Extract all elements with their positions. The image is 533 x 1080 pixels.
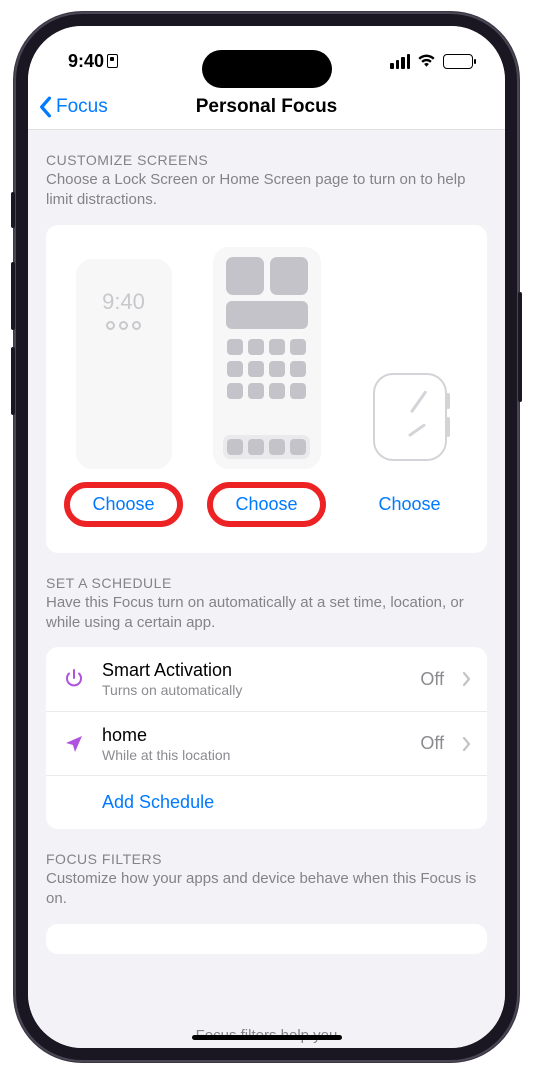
customize-header: CUSTOMIZE SCREENS Choose a Lock Screen o… bbox=[28, 130, 505, 217]
location-icon bbox=[60, 733, 88, 755]
power-icon bbox=[60, 667, 88, 691]
watch-thumbnail[interactable] bbox=[365, 365, 455, 469]
home-screen-thumbnail[interactable] bbox=[213, 247, 321, 469]
row-value: Off bbox=[420, 669, 444, 690]
filters-title: FOCUS FILTERS bbox=[46, 851, 487, 867]
smart-activation-row[interactable]: Smart Activation Turns on automatically … bbox=[46, 647, 487, 711]
filters-card bbox=[46, 924, 487, 954]
back-label: Focus bbox=[56, 96, 108, 118]
nav-bar: Focus Personal Focus bbox=[28, 84, 505, 130]
chevron-right-icon bbox=[462, 671, 471, 687]
row-value: Off bbox=[420, 733, 444, 754]
row-sub: While at this location bbox=[102, 747, 406, 763]
back-button[interactable]: Focus bbox=[38, 96, 108, 118]
home-screen-option: Choose bbox=[199, 247, 334, 531]
lock-screen-thumbnail[interactable]: 9:40 bbox=[76, 259, 172, 469]
filters-header: FOCUS FILTERS Customize how your apps an… bbox=[28, 829, 505, 916]
customize-card: 9:40 Choose bbox=[46, 225, 487, 553]
customize-title: CUSTOMIZE SCREENS bbox=[46, 152, 487, 168]
home-indicator[interactable] bbox=[192, 1035, 342, 1040]
status-time: 9:40 bbox=[68, 51, 104, 72]
scroll-content[interactable]: CUSTOMIZE SCREENS Choose a Lock Screen o… bbox=[28, 130, 505, 1048]
battery-icon: 95 bbox=[443, 54, 473, 69]
wifi-icon bbox=[417, 54, 436, 68]
choose-lock-button[interactable]: Choose bbox=[78, 490, 168, 519]
schedule-title: SET A SCHEDULE bbox=[46, 575, 487, 591]
home-location-row[interactable]: home While at this location Off bbox=[46, 711, 487, 775]
choose-watch-button[interactable]: Choose bbox=[364, 490, 454, 519]
highlight-home-choose: Choose bbox=[207, 482, 325, 527]
row-sub: Turns on automatically bbox=[102, 682, 406, 698]
cellular-icon bbox=[390, 54, 410, 69]
lock-preview-time: 9:40 bbox=[102, 289, 145, 315]
schedule-subtitle: Have this Focus turn on automatically at… bbox=[46, 593, 487, 634]
dynamic-island bbox=[202, 50, 332, 88]
customize-subtitle: Choose a Lock Screen or Home Screen page… bbox=[46, 170, 487, 211]
highlight-lock-choose: Choose bbox=[64, 482, 182, 527]
choose-home-button[interactable]: Choose bbox=[221, 490, 311, 519]
schedule-header: SET A SCHEDULE Have this Focus turn on a… bbox=[28, 553, 505, 640]
sim-icon bbox=[107, 54, 118, 68]
watch-option: Choose bbox=[342, 365, 477, 531]
row-title: Smart Activation bbox=[102, 660, 406, 681]
row-title: home bbox=[102, 725, 406, 746]
chevron-right-icon bbox=[462, 736, 471, 752]
filters-subtitle: Customize how your apps and device behav… bbox=[46, 869, 487, 910]
schedule-card: Smart Activation Turns on automatically … bbox=[46, 647, 487, 829]
chevron-left-icon bbox=[38, 96, 52, 118]
lock-screen-option: 9:40 Choose bbox=[56, 259, 191, 531]
add-schedule-button[interactable]: Add Schedule bbox=[46, 775, 487, 829]
